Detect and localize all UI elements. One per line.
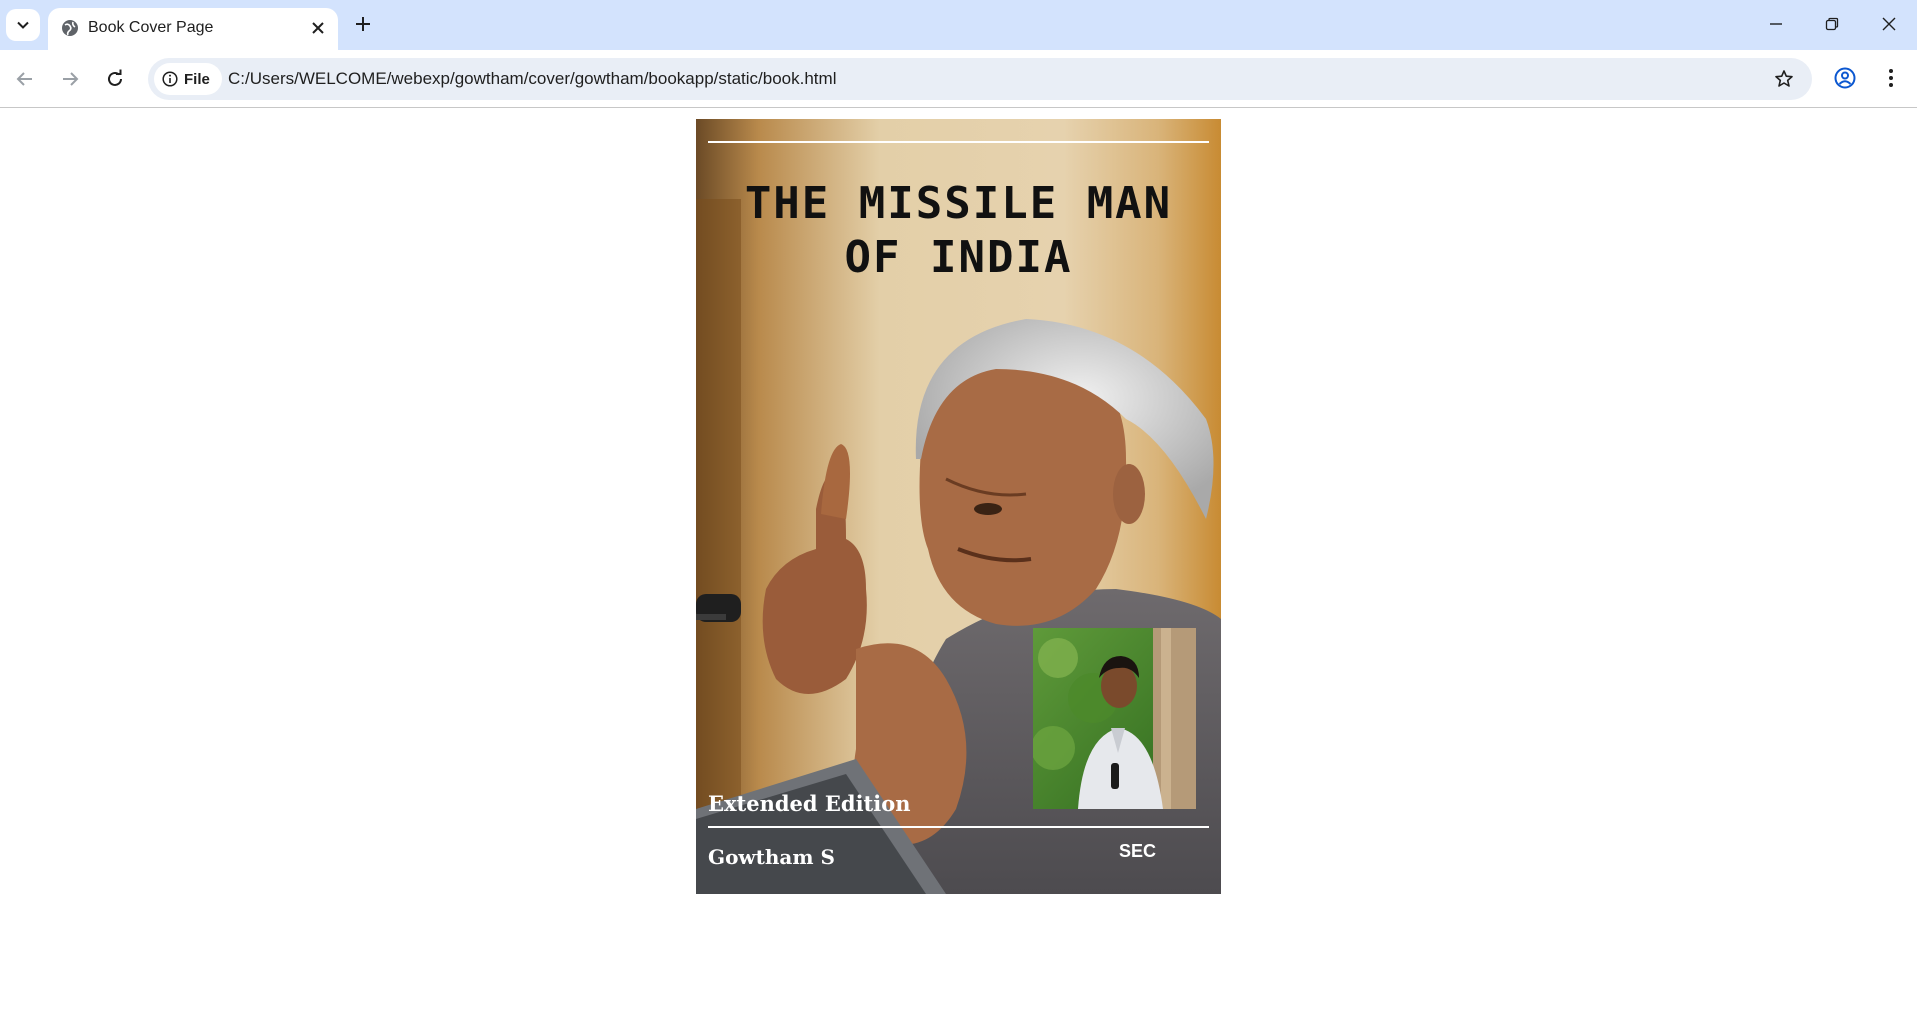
account-icon <box>1834 67 1856 89</box>
close-window-button[interactable] <box>1861 0 1917 48</box>
reload-button[interactable] <box>98 62 132 96</box>
minimize-icon <box>1770 23 1782 25</box>
info-icon <box>162 71 178 87</box>
minimize-button[interactable] <box>1748 0 1804 48</box>
browser-toolbar: File C:/Users/WELCOME/webexp/gowtham/cov… <box>0 50 1917 108</box>
tab-title: Book Cover Page <box>88 19 214 36</box>
bottom-divider <box>708 826 1209 828</box>
close-icon <box>312 22 324 34</box>
book-cover: THE MISSILE MAN OF INDIA Extended Editio… <box>696 119 1221 894</box>
url-text[interactable]: C:/Users/WELCOME/webexp/gowtham/cover/go… <box>228 69 836 89</box>
plus-icon <box>356 17 370 31</box>
reload-icon <box>108 69 122 86</box>
profile-button[interactable] <box>1828 61 1862 95</box>
close-icon <box>1882 17 1896 31</box>
arrow-right-icon <box>63 72 79 86</box>
address-bar[interactable]: File C:/Users/WELCOME/webexp/gowtham/cov… <box>148 58 1812 100</box>
chevron-down-icon <box>17 21 29 29</box>
globe-icon <box>62 20 78 36</box>
author-name: Gowtham S <box>708 845 835 869</box>
edition-label: Extended Edition <box>708 791 911 816</box>
author-photo <box>1033 628 1196 809</box>
tab-active[interactable]: Book Cover Page <box>48 8 338 50</box>
tab-search-button[interactable] <box>6 9 40 41</box>
restore-button[interactable] <box>1804 0 1860 48</box>
site-info-chip[interactable]: File <box>154 63 222 95</box>
publisher-label: SEC <box>1119 841 1157 861</box>
top-divider <box>708 141 1209 143</box>
star-icon <box>1775 70 1793 87</box>
url-scheme-label: File <box>184 70 210 88</box>
author-portrait-image <box>1033 628 1196 809</box>
kebab-menu-icon <box>1889 69 1893 87</box>
browser-menu-button[interactable] <box>1874 61 1908 95</box>
bookmark-button[interactable] <box>1770 65 1798 93</box>
tab-strip: Book Cover Page <box>0 0 1917 50</box>
arrow-left-icon <box>16 72 32 86</box>
book-title: THE MISSILE MAN OF INDIA <box>744 178 1173 283</box>
forward-button[interactable] <box>53 62 87 96</box>
new-tab-button[interactable] <box>349 10 377 38</box>
close-tab-button[interactable] <box>308 18 328 38</box>
back-button[interactable] <box>8 62 42 96</box>
restore-icon <box>1825 17 1839 31</box>
